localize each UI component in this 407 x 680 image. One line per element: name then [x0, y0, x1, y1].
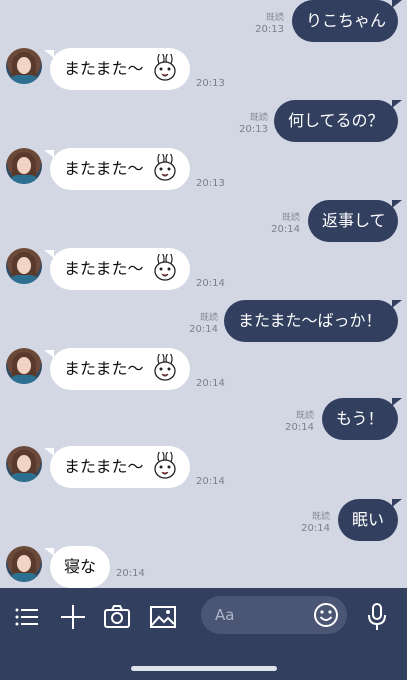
message-time: 20:13	[255, 24, 284, 35]
avatar[interactable]	[6, 248, 42, 284]
incoming-bubble[interactable]: またまた〜	[50, 148, 190, 190]
bunny-face-icon	[153, 153, 176, 181]
message-time: 20:14	[189, 324, 218, 335]
bunny-face-icon	[153, 53, 176, 81]
bunny-face-icon	[153, 353, 176, 381]
message-time: 20:14	[301, 523, 330, 534]
outgoing-bubble[interactable]: もう！	[322, 398, 398, 440]
message-text: またまた〜	[64, 259, 144, 278]
voice-button[interactable]	[362, 602, 392, 632]
message-input-wrapper	[201, 596, 347, 634]
message-time: 20:14	[271, 224, 300, 235]
message-text: もう！	[336, 409, 384, 428]
camera-icon	[104, 605, 130, 628]
message-time: 20:14	[285, 422, 314, 433]
message-text: またまた〜	[64, 159, 144, 178]
avatar[interactable]	[6, 48, 42, 84]
message-meta: 既読 20:14	[180, 312, 218, 336]
message-time: 20:14	[196, 476, 225, 487]
read-receipt: 既読	[199, 313, 218, 323]
image-icon	[150, 606, 176, 628]
message-time: 20:14	[196, 278, 225, 289]
message-text: 何してるの？	[288, 111, 384, 130]
bunny-face-icon	[153, 253, 176, 281]
emoji-button[interactable]	[313, 602, 339, 628]
avatar[interactable]	[6, 148, 42, 184]
incoming-bubble[interactable]: またまた〜	[50, 48, 190, 90]
chat-history[interactable]: 既読 20:13 りこちゃん またまた〜 20:13 既読 20:13 何してる…	[0, 0, 407, 588]
outgoing-bubble[interactable]: 眠い	[338, 499, 398, 541]
message-time: 20:13	[196, 78, 225, 89]
outgoing-bubble[interactable]: 何してるの？	[274, 100, 398, 142]
message-text: またまた〜	[64, 359, 144, 378]
message-text: 眠い	[352, 510, 385, 529]
message-text: 寝な	[64, 557, 97, 576]
outgoing-bubble[interactable]: りこちゃん	[292, 0, 398, 42]
add-button[interactable]	[58, 602, 88, 632]
message-time: 20:13	[239, 124, 268, 135]
message-time: 20:14	[116, 568, 145, 579]
menu-button[interactable]	[12, 602, 42, 632]
incoming-bubble[interactable]: またまた〜	[50, 248, 190, 290]
bubble-tail	[392, 300, 402, 308]
message-text: またまた〜	[64, 457, 144, 476]
bunny-face-icon	[153, 451, 176, 479]
message-text: りこちゃん	[306, 11, 387, 30]
read-receipt: 既読	[265, 13, 284, 23]
message-time: 20:13	[196, 178, 225, 189]
read-receipt: 既読	[311, 512, 330, 522]
message-text: またまた〜ばっか！	[238, 311, 382, 330]
bubble-tail	[392, 398, 402, 406]
microphone-icon	[368, 603, 386, 630]
outgoing-bubble[interactable]: 返事して	[308, 200, 398, 242]
outgoing-bubble[interactable]: またまた〜ばっか！	[224, 300, 398, 342]
incoming-bubble[interactable]: 寝な	[50, 546, 110, 588]
message-meta: 既読 20:13	[246, 12, 284, 36]
read-receipt: 既読	[295, 411, 314, 421]
camera-button[interactable]	[102, 602, 132, 632]
menu-icon	[15, 608, 38, 626]
message-text: 返事して	[322, 211, 386, 230]
home-indicator	[131, 666, 277, 671]
message-meta: 既読 20:14	[292, 511, 330, 535]
avatar[interactable]	[6, 348, 42, 384]
plus-icon	[61, 605, 85, 629]
read-receipt: 既読	[281, 213, 300, 223]
emoji-icon	[314, 603, 338, 627]
bubble-tail	[392, 100, 402, 108]
message-meta: 既読 20:14	[262, 212, 300, 236]
incoming-bubble[interactable]: またまた〜	[50, 446, 190, 488]
message-input[interactable]	[215, 603, 305, 627]
bubble-tail	[392, 200, 402, 208]
message-text: またまた〜	[64, 59, 144, 78]
bubble-tail	[392, 0, 402, 8]
message-meta: 既読 20:13	[230, 112, 268, 136]
read-receipt: 既読	[249, 113, 268, 123]
bubble-tail	[392, 499, 402, 507]
avatar[interactable]	[6, 446, 42, 482]
incoming-bubble[interactable]: またまた〜	[50, 348, 190, 390]
message-time: 20:14	[196, 378, 225, 389]
gallery-button[interactable]	[148, 602, 178, 632]
avatar[interactable]	[6, 546, 42, 582]
message-meta: 既読 20:14	[276, 410, 314, 434]
